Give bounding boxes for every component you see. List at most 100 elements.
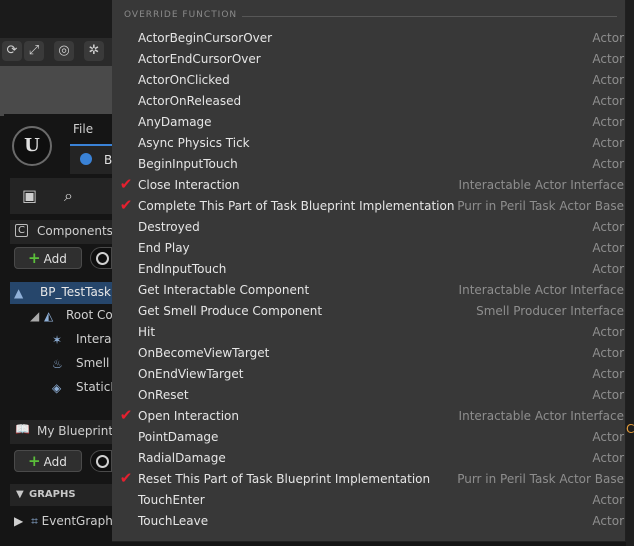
components-search-icon[interactable] (90, 247, 112, 269)
maximize-icon[interactable]: ⤢ (24, 41, 44, 61)
menu-file[interactable]: File (73, 122, 93, 136)
menu-item-category: Actor (592, 451, 624, 465)
menu-item[interactable]: Async Physics Tick Actor (112, 133, 626, 154)
graph-icon: ⌗ (31, 514, 38, 528)
menu-item-category: Interactable Actor Interface (458, 178, 624, 192)
menu-item[interactable]: Hit Actor (112, 322, 626, 343)
menu-item-name: Destroyed (138, 220, 200, 234)
editor-toolbar: ▣ ⌕ (10, 178, 112, 214)
menu-item-category: Purr in Peril Task Actor Base (457, 199, 624, 213)
menu-item-name: End Play (138, 241, 190, 255)
component-row-smell[interactable]: ♨ Smell (10, 353, 112, 375)
document-tab[interactable]: B (70, 144, 112, 174)
menu-item-category: Actor (592, 493, 624, 507)
menu-item-name: Close Interaction (138, 178, 240, 192)
menu-item[interactable]: ✔ Reset This Part of Task Blueprint Imple… (112, 469, 626, 490)
static-mesh-icon: ◈ (52, 381, 62, 395)
menu-item-name: PointDamage (138, 430, 219, 444)
my-blueprint-panel-header: 📖 My Blueprint (10, 420, 113, 444)
menu-section-header: OVERRIDE FUNCTION (124, 10, 238, 20)
menu-item[interactable]: ✔ Open Interaction Interactable Actor Inte… (112, 406, 626, 427)
menu-item-name: BeginInputTouch (138, 157, 238, 171)
checkmark-icon: ✔ (119, 175, 133, 193)
menu-item-name: Open Interaction (138, 409, 239, 423)
menu-item[interactable]: TouchEnter Actor (112, 490, 626, 511)
menu-item[interactable]: Get Interactable Component Interactable A… (112, 280, 626, 301)
my-blueprint-search-icon[interactable] (90, 450, 112, 472)
interact-icon: ✶ (52, 333, 63, 347)
menu-item-name: ActorOnClicked (138, 73, 230, 87)
menu-item-name: OnEndViewTarget (138, 367, 244, 381)
menu-item[interactable]: End Play Actor (112, 238, 626, 259)
add-member-label: Add (43, 455, 67, 469)
snap-icon[interactable]: ✲ (84, 41, 104, 61)
menu-item[interactable]: AnyDamage Actor (112, 112, 626, 133)
menu-item[interactable]: OnReset Actor (112, 385, 626, 406)
component-row-root[interactable]: ◢ ◭ Root Co (10, 305, 113, 327)
smell-icon: ♨ (52, 357, 63, 371)
menu-item-name: EndInputTouch (138, 262, 227, 276)
override-function-menu: OVERRIDE FUNCTION ActorBeginCursorOver Ac… (112, 0, 626, 542)
menu-item-category: Actor (592, 367, 624, 381)
component-label: Smell (76, 356, 110, 370)
blueprint-icon (80, 153, 92, 165)
menu-item[interactable]: ✔ Close Interaction Interactable Actor Int… (112, 175, 626, 196)
menu-item-category: Actor (592, 73, 624, 87)
checkmark-icon: ✔ (119, 406, 133, 424)
menu-item-category: Actor (592, 115, 624, 129)
menu-item-name: Complete This Part of Task Blueprint Imp… (138, 199, 455, 213)
menu-item-category: Actor (592, 430, 624, 444)
menu-item[interactable]: Destroyed Actor (112, 217, 626, 238)
menu-item-name: Get Interactable Component (138, 283, 310, 297)
menu-item[interactable]: PointDamage Actor (112, 427, 626, 448)
menu-item-category: Actor (592, 346, 624, 360)
component-row-root-actor[interactable]: ▲ BP_TestTask (10, 282, 112, 304)
menu-item[interactable]: TouchLeave Actor (112, 511, 626, 532)
menu-item-category: Actor (592, 31, 624, 45)
menu-item[interactable]: ActorEndCursorOver Actor (112, 49, 626, 70)
menu-item[interactable]: EndInputTouch Actor (112, 259, 626, 280)
expand-arrow-icon: ◢ (30, 309, 40, 323)
graphs-section-header[interactable]: ▼ GRAPHS (10, 484, 112, 506)
components-icon: C (15, 224, 28, 237)
menu-item-name: RadialDamage (138, 451, 226, 465)
menu-item[interactable]: OnEndViewTarget Actor (112, 364, 626, 385)
checkmark-icon: ✔ (119, 196, 133, 214)
menu-item-name: TouchLeave (138, 514, 209, 528)
menu-item-name: ActorBeginCursorOver (138, 31, 273, 45)
menu-section-divider (242, 16, 617, 17)
menu-item-category: Actor (592, 514, 624, 528)
component-row-interactable[interactable]: ✶ Interac (10, 329, 118, 351)
menu-item-category: Actor (592, 241, 624, 255)
menu-item-name: Get Smell Produce Component (138, 304, 323, 318)
menu-item-category: Smell Producer Interface (476, 304, 624, 318)
menu-item[interactable]: ActorOnReleased Actor (112, 91, 626, 112)
refresh-icon[interactable]: ⟳ (2, 41, 22, 61)
save-icon[interactable]: ▣ (22, 186, 37, 205)
component-row-static-mesh[interactable]: ◈ StaticM (10, 377, 121, 399)
menu-item[interactable]: BeginInputTouch Actor (112, 154, 626, 175)
viewport-toolbar: ⟳ ⤢ ◎ ✲ (0, 38, 112, 66)
edge-cut-text: C (626, 422, 634, 436)
graphs-title: GRAPHS (29, 489, 76, 500)
menu-item-category: Actor (592, 325, 624, 339)
menu-item-category: Actor (592, 262, 624, 276)
menu-item[interactable]: ✔ Complete This Part of Task Blueprint Im… (112, 196, 626, 217)
menu-item[interactable]: Get Smell Produce Component Smell Produce… (112, 301, 626, 322)
menu-item[interactable]: RadialDamage Actor (112, 448, 626, 469)
menu-item[interactable]: ActorBeginCursorOver Actor (112, 28, 626, 49)
add-member-button[interactable]: + Add (14, 450, 82, 472)
menu-item[interactable]: OnBecomeViewTarget Actor (112, 343, 626, 364)
components-panel-header: C Components (10, 220, 113, 244)
event-graph-item[interactable]: ▶ ⌗ EventGraph (14, 514, 113, 529)
browse-icon[interactable]: ⌕ (64, 186, 73, 206)
add-component-button[interactable]: + Add (14, 247, 82, 269)
document-tab-label: B (104, 153, 113, 167)
menu-item[interactable]: ActorOnClicked Actor (112, 70, 626, 91)
globe-icon[interactable]: ◎ (54, 41, 74, 61)
level-viewport[interactable] (0, 66, 112, 116)
menu-item-name: Hit (138, 325, 156, 339)
details-panel-edge (626, 0, 634, 546)
component-label: Root Co (66, 308, 113, 322)
plus-icon: + (28, 452, 41, 470)
